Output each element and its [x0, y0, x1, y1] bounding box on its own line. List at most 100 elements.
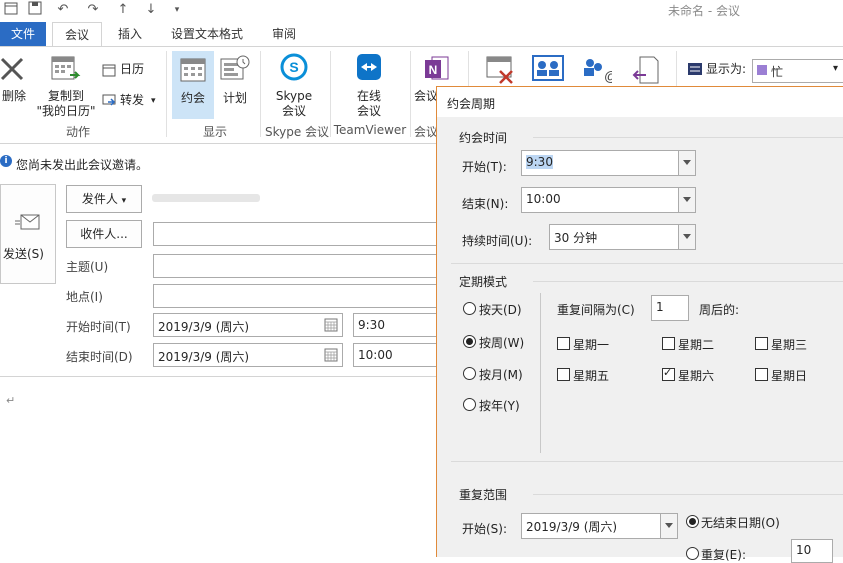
range-start-combo[interactable]: 2019/3/9 (周六) — [521, 513, 678, 539]
info-icon: i — [0, 155, 12, 167]
down-icon[interactable]: ↓ — [142, 1, 160, 19]
copy-to-calendar-button[interactable]: 复制到 "我的日历" — [34, 89, 98, 119]
yearly-label[interactable]: 按年(Y) — [479, 397, 520, 414]
saturday-label[interactable]: 星期六 — [678, 367, 714, 384]
sunday-checkbox[interactable] — [755, 368, 768, 381]
forward-dropdown-icon[interactable]: ▾ — [151, 94, 156, 109]
check-names-icon[interactable]: @ — [580, 55, 618, 88]
weekly-label[interactable]: 按周(W) — [479, 334, 524, 351]
tuesday-label[interactable]: 星期二 — [678, 336, 714, 353]
forward-button[interactable]: 转发 — [120, 93, 144, 108]
separator — [166, 51, 167, 137]
subject-field[interactable] — [153, 254, 438, 278]
online-meeting-button[interactable]: 在线 会议 — [346, 89, 392, 119]
undo-icon[interactable]: ↶ — [54, 1, 72, 19]
chevron-down-icon[interactable] — [660, 514, 677, 538]
wednesday-checkbox[interactable] — [755, 337, 768, 350]
save-icon[interactable] — [26, 1, 44, 19]
dropdown-icon[interactable]: ▾ — [168, 1, 186, 19]
start-time-combo[interactable]: 9:30 — [521, 150, 696, 176]
no-end-date-radio[interactable] — [686, 515, 699, 528]
end-time-value: 10:00 — [358, 348, 393, 362]
send-button[interactable]: 发送(S) — [0, 184, 56, 284]
up-icon[interactable]: ↑ — [114, 1, 132, 19]
date-picker-icon[interactable] — [324, 318, 338, 332]
tab-review[interactable]: 审阅 — [262, 22, 306, 46]
cancel-invitation-icon[interactable] — [486, 55, 516, 88]
meeting-notes-button[interactable]: 会议 — [414, 89, 438, 104]
start-time-field[interactable]: 9:30 — [353, 313, 438, 337]
from-label: 发件人 — [81, 192, 118, 206]
tab-format-text[interactable]: 设置文本格式 — [162, 22, 252, 46]
monday-checkbox[interactable] — [557, 337, 570, 350]
daily-label[interactable]: 按天(D) — [479, 301, 522, 318]
end-after-radio[interactable] — [686, 547, 699, 560]
recur-every-input[interactable]: 1 — [651, 295, 689, 321]
skype-meeting-button[interactable]: Skype 会议 — [270, 89, 318, 119]
occurrences-input[interactable]: 10 — [791, 539, 833, 563]
teamviewer-group-label: TeamViewer — [333, 123, 407, 137]
saturday-checkbox[interactable] — [662, 366, 675, 381]
monday-label[interactable]: 星期一 — [573, 336, 609, 353]
no-end-date-label[interactable]: 无结束日期(O) — [701, 514, 780, 531]
from-button[interactable]: 发件人 ▾ — [66, 185, 142, 213]
wednesday-label[interactable]: 星期三 — [771, 336, 807, 353]
to-button[interactable]: 收件人... — [66, 220, 142, 248]
appointment-label: 约会 — [180, 91, 205, 105]
friday-checkbox[interactable] — [557, 368, 570, 381]
chevron-down-icon[interactable] — [678, 151, 695, 175]
date-picker-icon[interactable] — [324, 348, 338, 362]
onenote-icon: N — [424, 55, 450, 86]
start-date-value: 2019/3/9 (周六) — [158, 320, 250, 334]
ribbon-tabs: 文件 会议 插入 设置文本格式 审阅 — [0, 22, 843, 47]
from-address-redacted — [152, 194, 260, 202]
tab-file[interactable]: 文件 — [0, 22, 46, 46]
redo-icon[interactable]: ↷ — [84, 1, 102, 19]
range-section: 重复范围 — [459, 488, 508, 502]
section-divider — [533, 281, 843, 282]
section-divider — [533, 137, 843, 138]
chevron-down-icon[interactable] — [678, 225, 695, 249]
to-field[interactable] — [153, 222, 438, 246]
separator — [330, 51, 331, 137]
end-time-combo[interactable]: 10:00 — [521, 187, 696, 213]
address-book-icon[interactable] — [532, 55, 564, 86]
tab-meeting[interactable]: 会议 — [52, 22, 102, 47]
copy-to-calendar-icon — [50, 53, 82, 88]
location-field[interactable] — [153, 284, 438, 308]
tab-insert[interactable]: 插入 — [108, 22, 152, 46]
start-label: 开始(T): — [462, 160, 507, 174]
section-divider — [451, 263, 843, 264]
title-bar: ↶ ↷ ↑ ↓ ▾ 未命名 - 会议 — [0, 0, 843, 22]
actions-group-label: 动作 — [65, 125, 90, 139]
show-as-dropdown[interactable]: 忙 ▾ — [752, 59, 843, 83]
appointment-button[interactable]: 约会 — [172, 51, 214, 119]
appointment-icon — [180, 58, 206, 82]
recur-every-value: 1 — [656, 300, 664, 314]
skype-icon: S — [280, 53, 308, 84]
meeting-group-label: 会议 — [414, 125, 439, 139]
range-start-label: 开始(S): — [462, 522, 508, 536]
message-body[interactable] — [0, 380, 436, 556]
start-date-field[interactable]: 2019/3/9 (周六) — [153, 313, 343, 337]
schedule-button[interactable]: 计划 — [218, 91, 252, 106]
dialog-title: 约会周期 — [447, 97, 496, 111]
monthly-label[interactable]: 按月(M) — [479, 366, 523, 383]
friday-label[interactable]: 星期五 — [573, 367, 609, 384]
monthly-radio[interactable] — [463, 367, 476, 380]
tuesday-checkbox[interactable] — [662, 337, 675, 350]
chevron-down-icon[interactable] — [678, 188, 695, 212]
calendar-icon — [2, 1, 20, 19]
daily-radio[interactable] — [463, 302, 476, 315]
yearly-radio[interactable] — [463, 398, 476, 411]
duration-combo[interactable]: 30 分钟 — [549, 224, 696, 250]
calendar-button[interactable]: 日历 — [120, 62, 144, 77]
end-date-field[interactable]: 2019/3/9 (周六) — [153, 343, 343, 367]
sunday-label[interactable]: 星期日 — [771, 367, 807, 384]
show-as-label: 显示为: — [706, 62, 747, 76]
response-options-icon[interactable] — [632, 55, 660, 88]
delete-button[interactable]: 删除 — [0, 89, 28, 104]
end-after-label[interactable]: 重复(E): — [701, 546, 746, 563]
weekly-radio[interactable] — [463, 335, 476, 348]
end-time-field[interactable]: 10:00 — [353, 343, 438, 367]
